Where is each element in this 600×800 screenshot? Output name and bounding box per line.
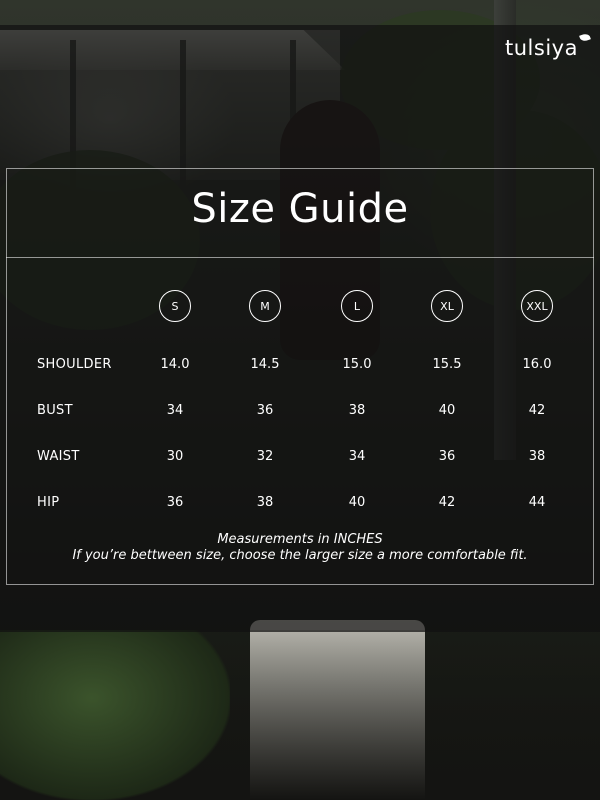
title-divider (6, 257, 594, 258)
cell-hip-xl: 42 (438, 495, 456, 510)
size-badge-xl: XL (431, 290, 463, 322)
size-badge-m: M (249, 290, 281, 322)
cell-shoulder-s: 14.0 (160, 357, 190, 372)
cell-waist-xl: 36 (438, 449, 456, 464)
cell-bust-xl: 40 (438, 403, 456, 418)
page-title: Size Guide (191, 186, 409, 232)
brand-logo: tulsiya (505, 36, 578, 60)
cell-bust-xxl: 42 (528, 403, 546, 418)
cell-shoulder-m: 14.5 (250, 357, 280, 372)
cell-hip-l: 40 (348, 495, 366, 510)
cell-hip-s: 36 (166, 495, 184, 510)
size-badge-xxl: XXL (521, 290, 553, 322)
cell-shoulder-l: 15.0 (342, 357, 372, 372)
units-note: Measurements in INCHES (217, 532, 383, 547)
size-badge-s: S (159, 290, 191, 322)
cell-bust-l: 38 (348, 403, 366, 418)
cell-shoulder-xxl: 16.0 (522, 357, 552, 372)
cell-hip-m: 38 (256, 495, 274, 510)
cell-shoulder-xl: 15.5 (432, 357, 462, 372)
cell-bust-s: 34 (166, 403, 184, 418)
fit-advice-note: If you’re bettween size, choose the larg… (72, 548, 528, 563)
cell-waist-xxl: 38 (528, 449, 546, 464)
row-label-shoulder: SHOULDER (37, 357, 112, 372)
foreground-leaves (0, 630, 230, 800)
cell-waist-m: 32 (256, 449, 274, 464)
cell-waist-l: 34 (348, 449, 366, 464)
cell-waist-s: 30 (166, 449, 184, 464)
cell-hip-xxl: 44 (528, 495, 546, 510)
size-badge-l: L (341, 290, 373, 322)
row-label-hip: HIP (37, 495, 60, 510)
cell-bust-m: 36 (256, 403, 274, 418)
row-label-waist: WAIST (37, 449, 80, 464)
row-label-bust: BUST (37, 403, 73, 418)
